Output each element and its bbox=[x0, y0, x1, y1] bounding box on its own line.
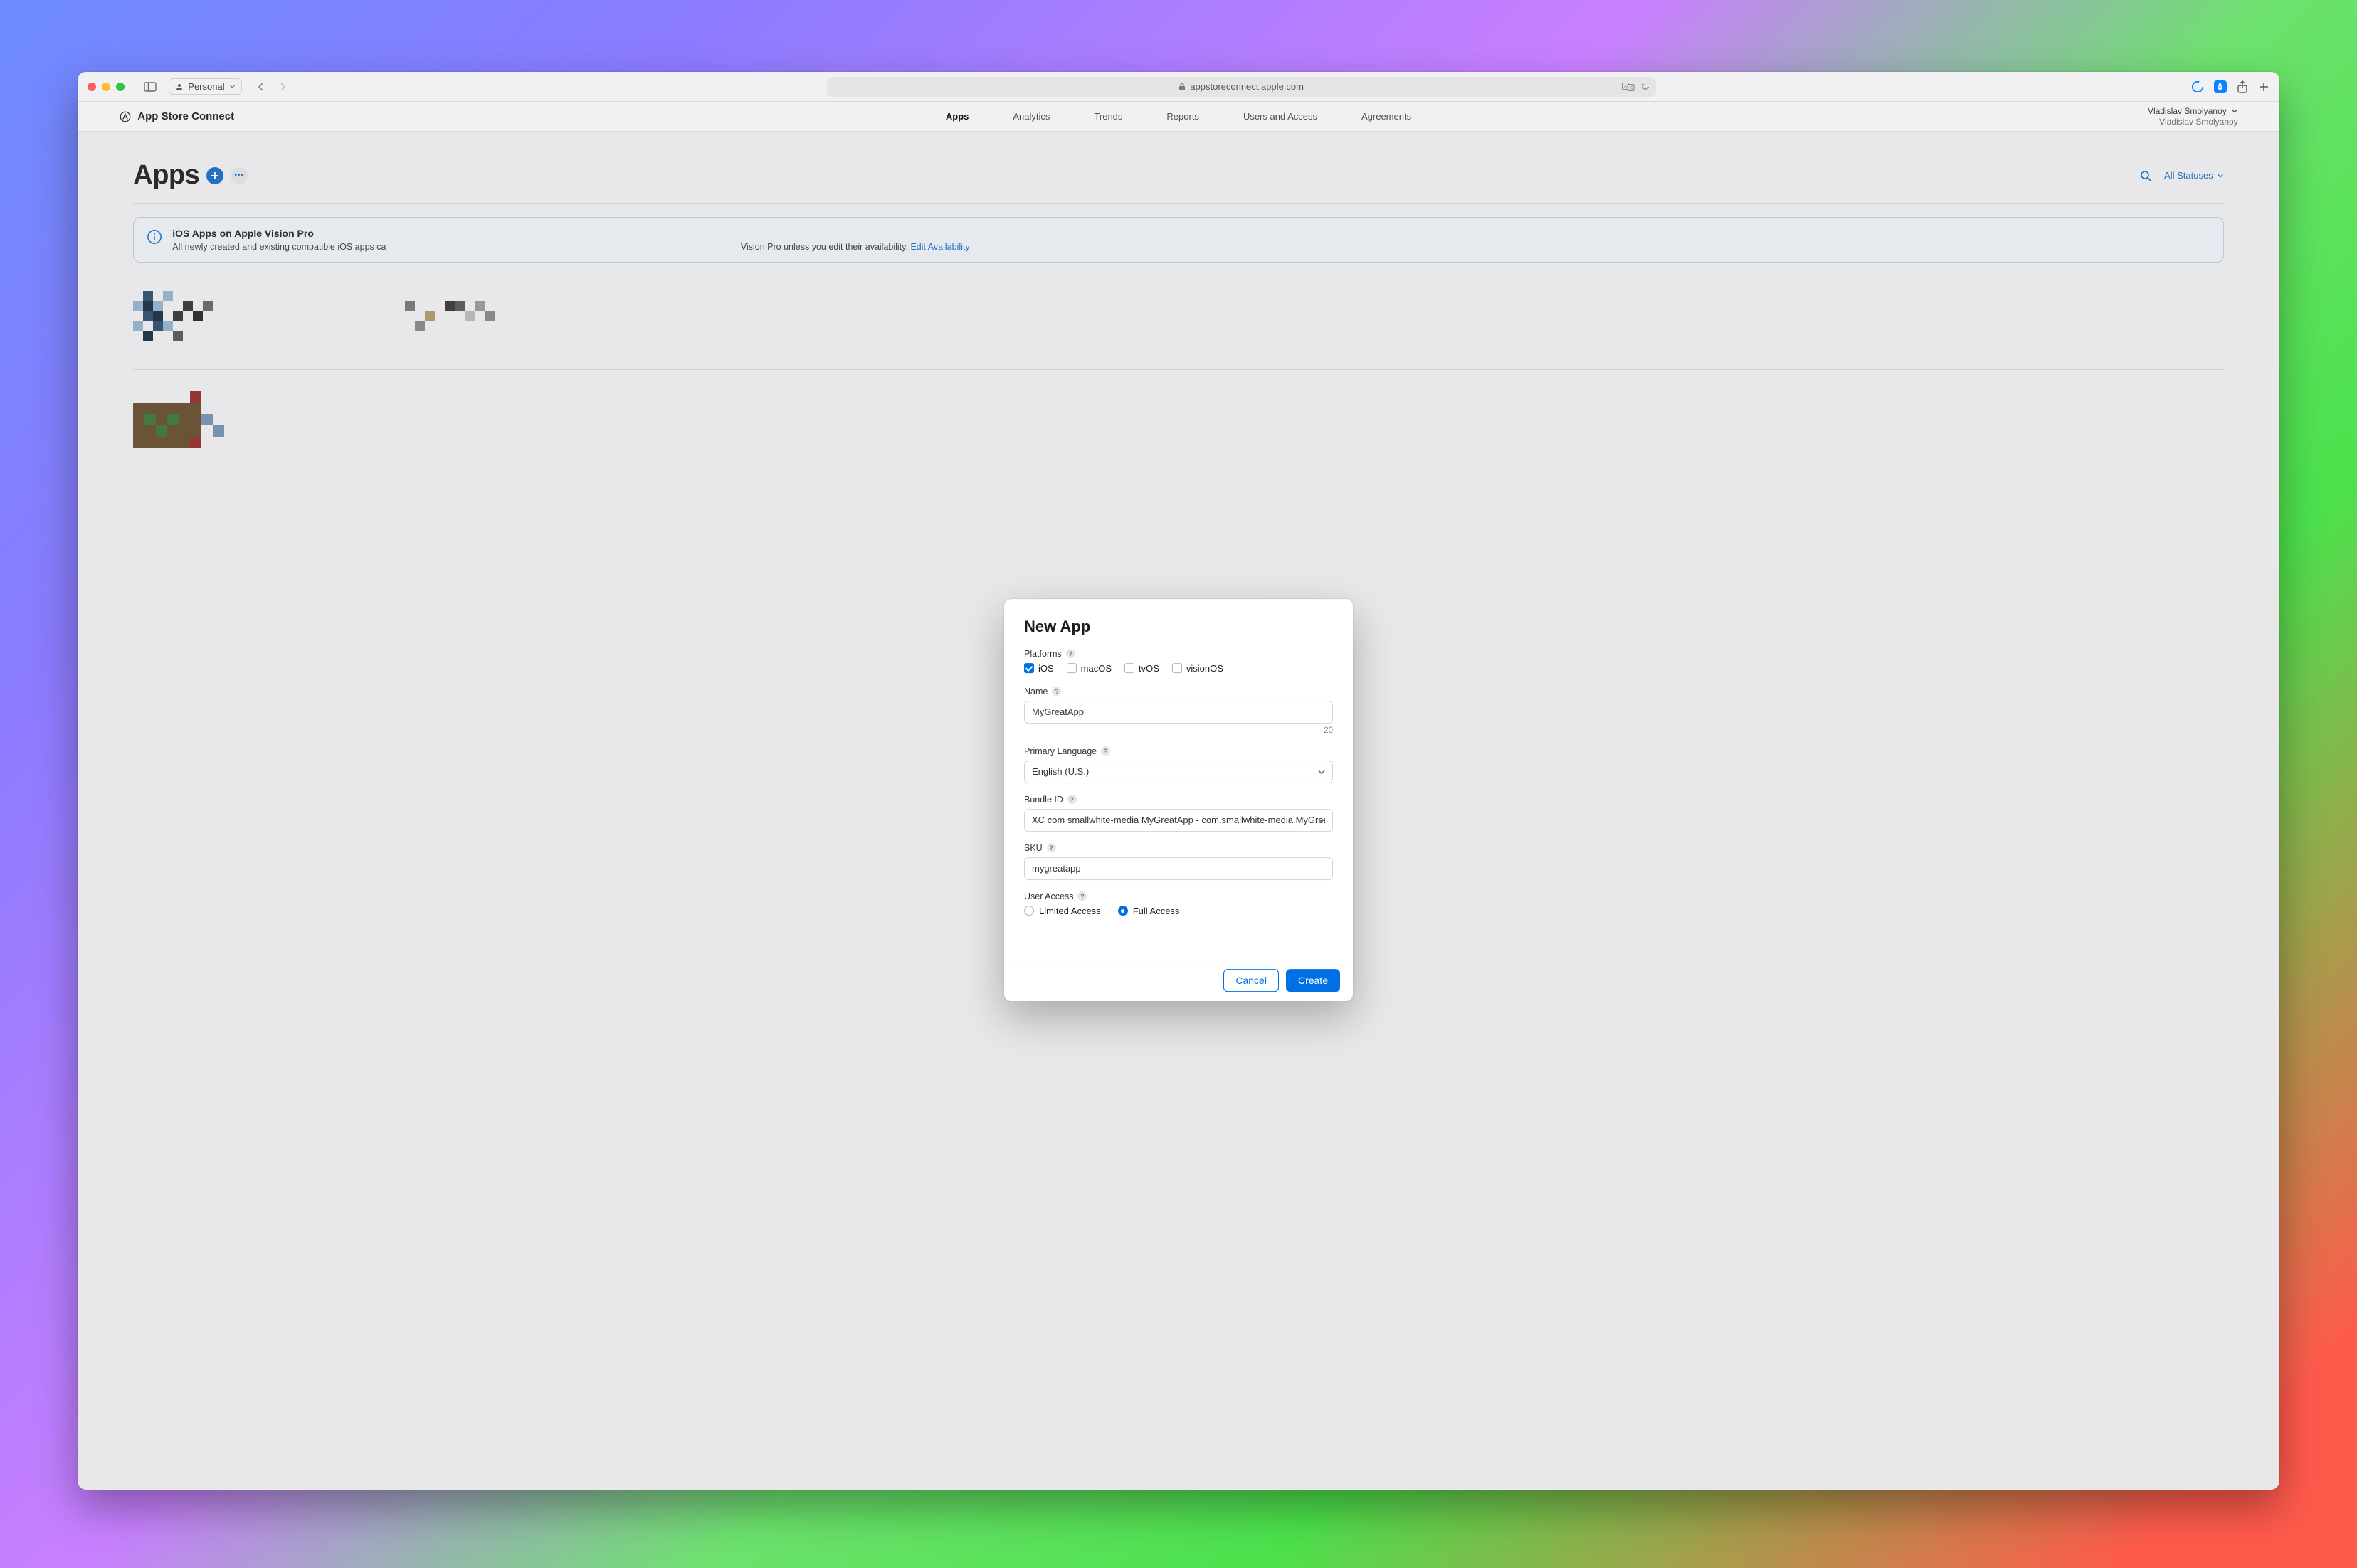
modal-footer: Cancel Create bbox=[1004, 960, 1353, 1001]
platforms-options: iOS macOS tvOS visionOS bbox=[1024, 663, 1333, 674]
limited-access-radio[interactable]: Limited Access bbox=[1024, 906, 1101, 916]
platforms-label: Platforms bbox=[1024, 649, 1062, 659]
sidebar-toggle-button[interactable] bbox=[139, 78, 162, 95]
safari-window: Personal appstoreconnect.apple.com A文 bbox=[78, 72, 2279, 1489]
platform-tvos-checkbox[interactable]: tvOS bbox=[1124, 663, 1159, 674]
language-select[interactable] bbox=[1024, 761, 1333, 783]
help-icon[interactable]: ? bbox=[1066, 649, 1075, 658]
help-icon[interactable]: ? bbox=[1047, 843, 1056, 852]
extension-icon[interactable] bbox=[2214, 80, 2227, 93]
nav-forward-button[interactable] bbox=[273, 78, 292, 95]
maximize-window-button[interactable] bbox=[116, 83, 125, 91]
close-window-button[interactable] bbox=[88, 83, 96, 91]
help-icon[interactable]: ? bbox=[1052, 687, 1061, 696]
downloads-icon[interactable] bbox=[2191, 80, 2204, 93]
create-button[interactable]: Create bbox=[1286, 969, 1340, 992]
minimize-window-button[interactable] bbox=[102, 83, 110, 91]
name-char-counter: 20 bbox=[1024, 726, 1333, 735]
platform-macos-checkbox[interactable]: macOS bbox=[1067, 663, 1112, 674]
name-label: Name bbox=[1024, 687, 1048, 696]
share-icon[interactable] bbox=[2237, 80, 2248, 93]
name-input[interactable] bbox=[1024, 701, 1333, 724]
help-icon[interactable]: ? bbox=[1067, 795, 1077, 804]
svg-text:文: 文 bbox=[1630, 85, 1634, 90]
browser-toolbar: Personal appstoreconnect.apple.com A文 bbox=[78, 72, 2279, 102]
profile-label: Personal bbox=[188, 81, 224, 92]
sku-input[interactable] bbox=[1024, 857, 1333, 880]
translate-icon[interactable]: A文 bbox=[1622, 82, 1635, 92]
window-controls bbox=[88, 83, 125, 91]
language-label: Primary Language bbox=[1024, 746, 1097, 756]
address-text: appstoreconnect.apple.com bbox=[1190, 81, 1304, 92]
bundle-id-select[interactable] bbox=[1024, 809, 1333, 832]
reload-icon[interactable] bbox=[1640, 82, 1650, 92]
help-icon[interactable]: ? bbox=[1101, 746, 1110, 756]
new-tab-icon[interactable] bbox=[2258, 81, 2269, 92]
person-icon bbox=[175, 83, 184, 91]
svg-text:A: A bbox=[1624, 85, 1627, 89]
modal-title: New App bbox=[1024, 618, 1333, 636]
address-bar[interactable]: appstoreconnect.apple.com A文 bbox=[827, 77, 1656, 97]
full-access-radio[interactable]: Full Access bbox=[1118, 906, 1180, 916]
platform-visionos-checkbox[interactable]: visionOS bbox=[1172, 663, 1223, 674]
sku-label: SKU bbox=[1024, 843, 1043, 853]
lock-icon bbox=[1178, 83, 1186, 91]
help-icon[interactable]: ? bbox=[1077, 891, 1087, 901]
bundle-label: Bundle ID bbox=[1024, 795, 1063, 805]
platform-ios-checkbox[interactable]: iOS bbox=[1024, 663, 1054, 674]
user-access-label: User Access bbox=[1024, 891, 1073, 901]
chevron-down-icon bbox=[229, 83, 236, 90]
nav-back-button[interactable] bbox=[252, 78, 270, 95]
new-app-modal: New App Platforms? iOS macOS tvOS vision… bbox=[1004, 599, 1353, 1001]
profile-switcher[interactable]: Personal bbox=[169, 78, 241, 95]
cancel-button[interactable]: Cancel bbox=[1223, 969, 1279, 992]
